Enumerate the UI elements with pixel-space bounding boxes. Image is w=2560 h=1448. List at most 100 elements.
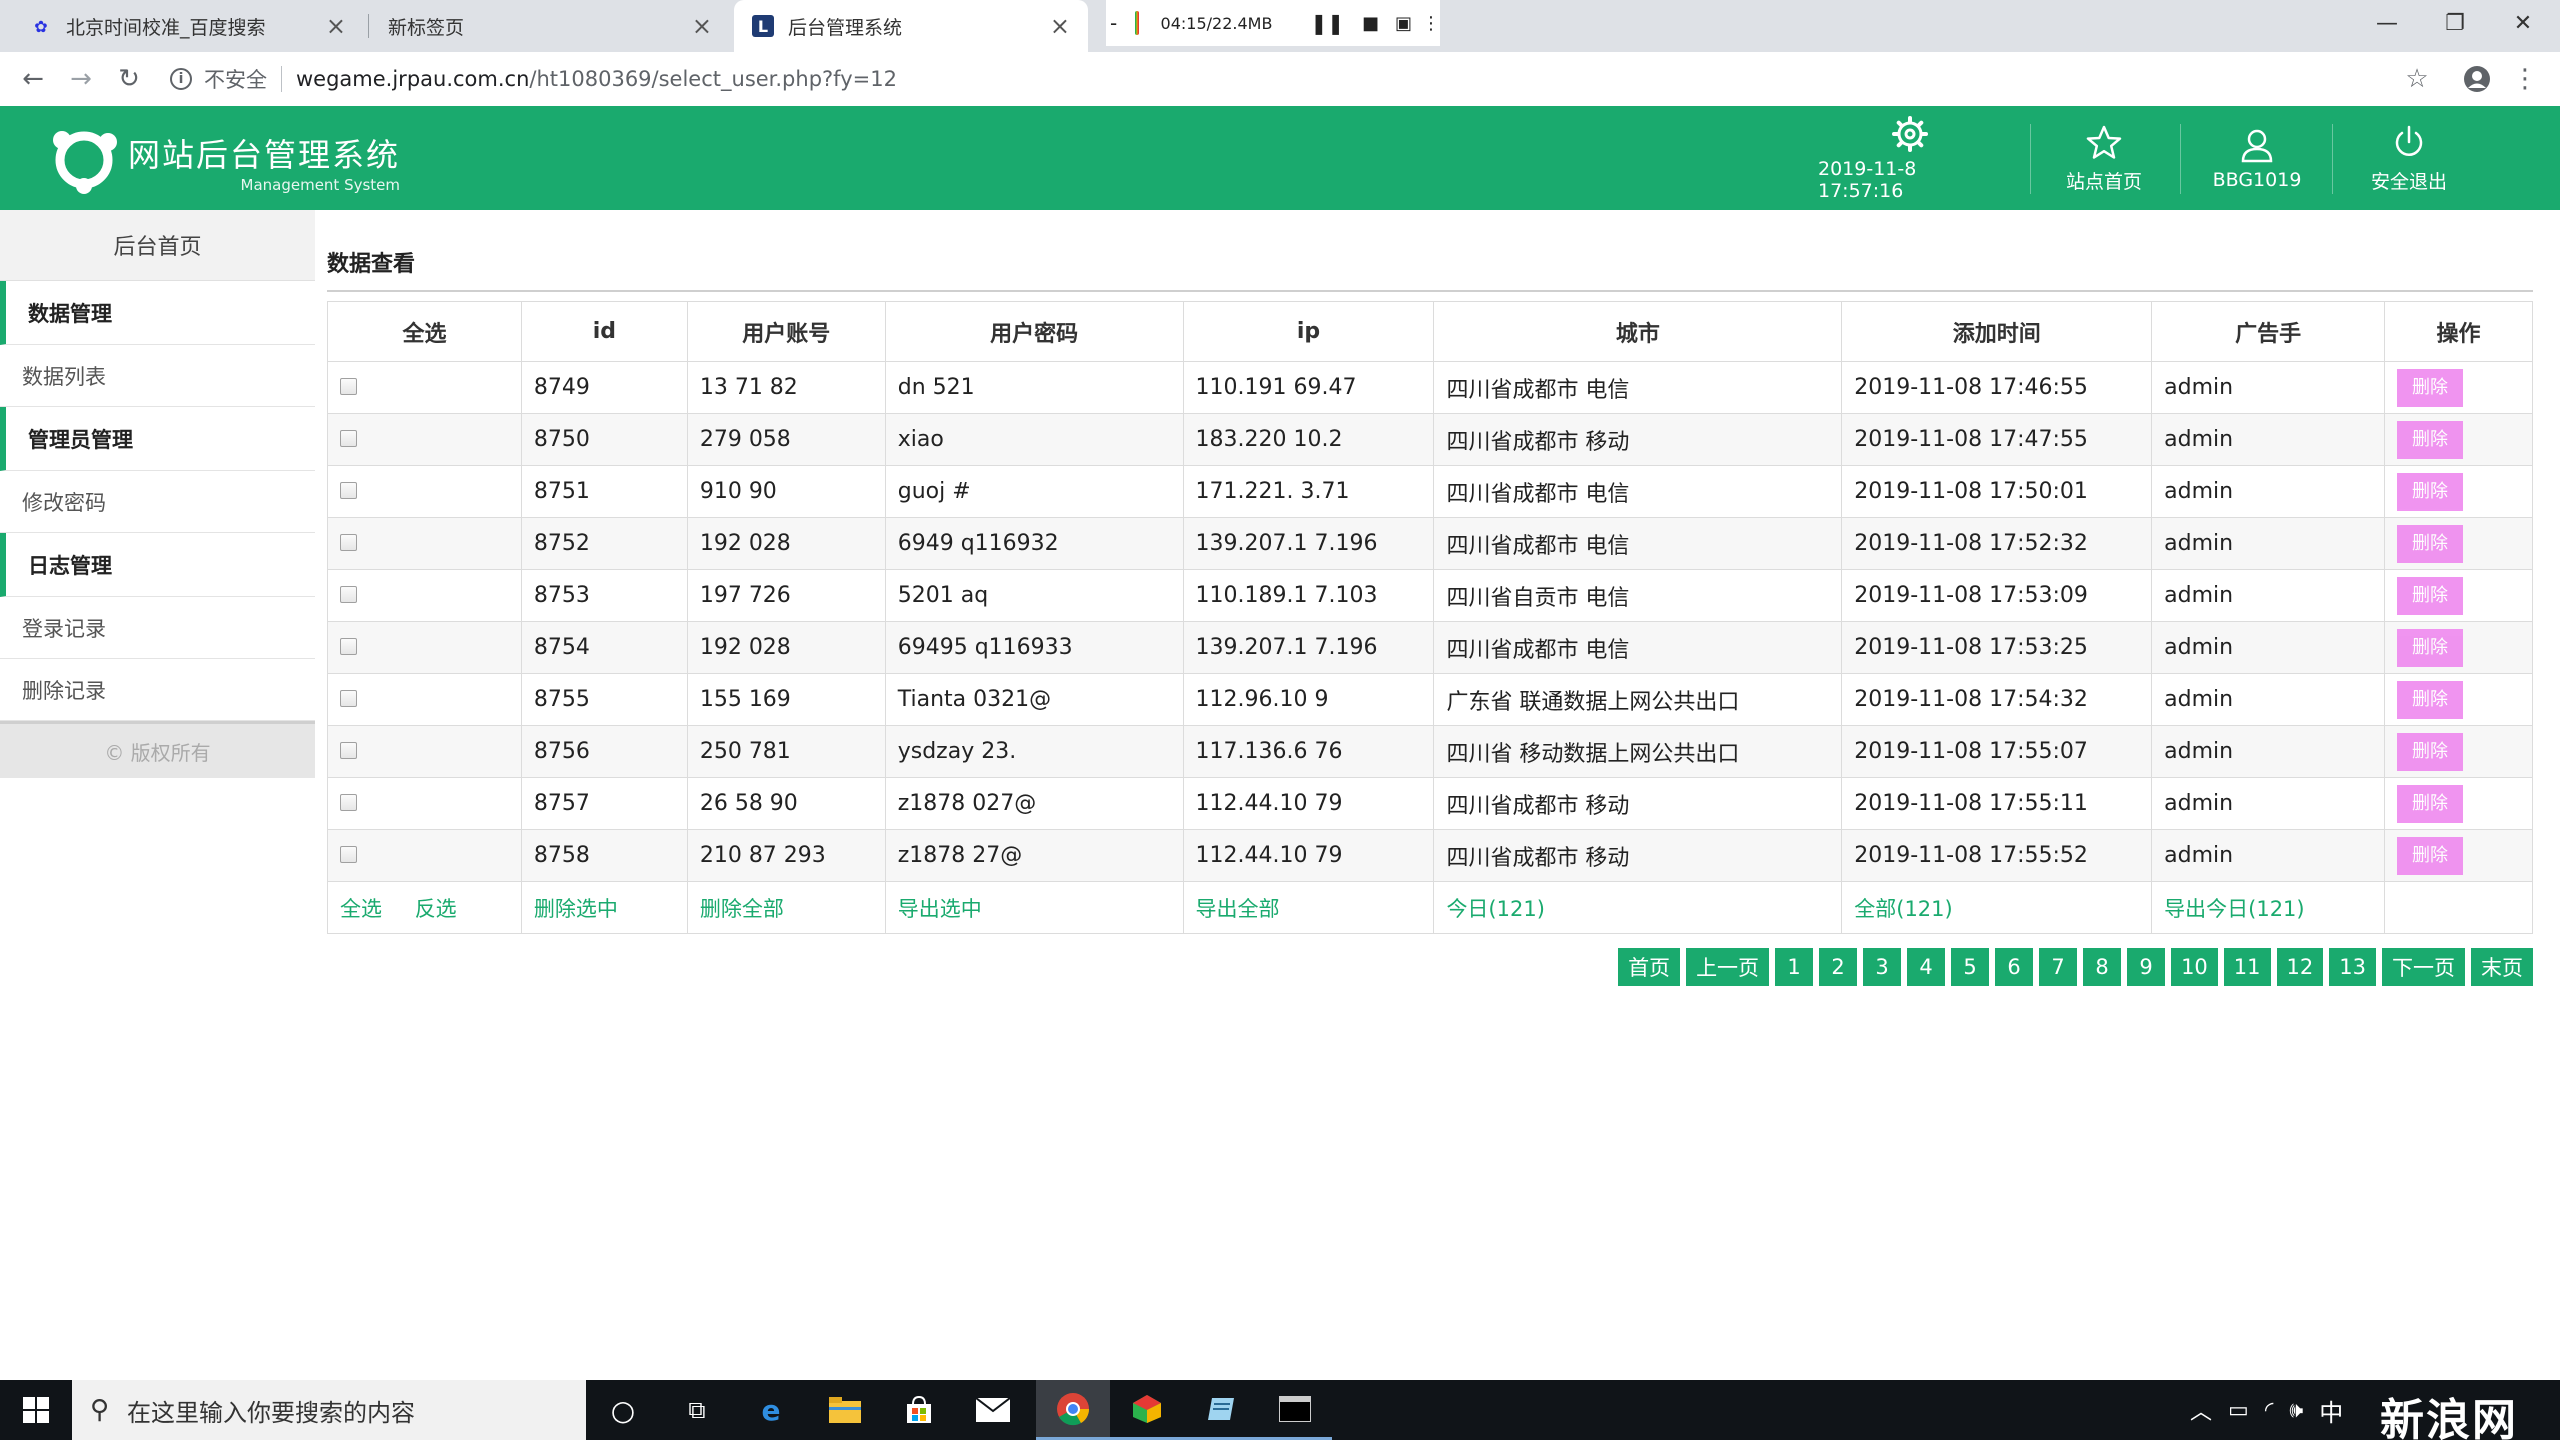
info-icon[interactable]: i [170, 68, 192, 90]
row-checkbox[interactable] [340, 482, 357, 499]
delete-row-button[interactable]: 删除 [2397, 576, 2464, 615]
site-home-link[interactable]: 站点首页 [2044, 106, 2164, 210]
bookmark-star-icon[interactable]: ☆ [2400, 62, 2434, 96]
close-icon[interactable]: × [326, 12, 346, 40]
minimize-recorder-icon[interactable]: - [1110, 11, 1117, 35]
row-checkbox[interactable] [340, 846, 357, 863]
page-button[interactable]: 3 [1863, 948, 1902, 986]
page-button[interactable]: 9 [2127, 948, 2166, 986]
pause-icon[interactable]: ❚❚ [1310, 11, 1344, 35]
sidebar-item-delete-log[interactable]: 删除记录 [0, 659, 315, 721]
restore-window-icon[interactable]: ❐ [2418, 0, 2492, 46]
delete-row-button[interactable]: 删除 [2397, 628, 2464, 667]
page-button[interactable]: 10 [2171, 948, 2218, 986]
page-button[interactable]: 末页 [2471, 948, 2533, 986]
invert-selection-link[interactable]: 反选 [415, 897, 457, 921]
all-filter-link[interactable]: 全部(121) [1854, 897, 1952, 921]
page-button[interactable]: 7 [2039, 948, 2078, 986]
row-checkbox[interactable] [340, 534, 357, 551]
page-button[interactable]: 1 [1775, 948, 1814, 986]
close-window-icon[interactable]: ✕ [2486, 0, 2560, 46]
taskbar-search-input[interactable]: ⚲ 在这里输入你要搜索的内容 [72, 1380, 586, 1440]
close-icon[interactable]: × [1050, 12, 1070, 40]
reload-icon[interactable]: ↻ [112, 62, 146, 96]
sidebar-section-admin[interactable]: 管理员管理 [0, 407, 315, 471]
delete-row-button[interactable]: 删除 [2397, 784, 2464, 823]
page-button[interactable]: 首页 [1618, 948, 1681, 986]
ime-indicator[interactable]: 中 [2319, 1393, 2343, 1428]
sidebar-section-logs[interactable]: 日志管理 [0, 533, 315, 597]
tray-expand-icon[interactable]: ︿ [2190, 1394, 2212, 1426]
sidebar-item-login-log[interactable]: 登录记录 [0, 597, 315, 659]
logout-button[interactable]: 安全退出 [2346, 106, 2472, 210]
row-checkbox[interactable] [340, 742, 357, 759]
export-all-link[interactable]: 导出全部 [1196, 897, 1280, 921]
page-button[interactable]: 下一页 [2382, 948, 2465, 986]
page-button[interactable]: 11 [2223, 948, 2271, 986]
export-selected-link[interactable]: 导出选中 [898, 897, 982, 921]
tab-newtab[interactable]: 新标签页 × [370, 0, 730, 52]
windows-start-icon[interactable] [0, 1380, 72, 1440]
cortana-icon[interactable]: ○ [586, 1380, 660, 1440]
sidebar-item-home[interactable]: 后台首页 [0, 210, 315, 281]
menu-icon[interactable]: ⋮ [2508, 62, 2542, 96]
file-explorer-icon[interactable] [808, 1380, 882, 1440]
delete-row-button[interactable]: 删除 [2397, 472, 2464, 511]
store-icon[interactable] [882, 1380, 956, 1440]
delete-all-link[interactable]: 删除全部 [700, 897, 784, 921]
row-checkbox[interactable] [340, 794, 357, 811]
row-checkbox[interactable] [340, 638, 357, 655]
chrome-icon[interactable] [1036, 1380, 1110, 1440]
delete-row-button[interactable]: 删除 [2397, 680, 2464, 719]
row-checkbox[interactable] [340, 586, 357, 603]
row-checkbox[interactable] [340, 690, 357, 707]
screenshot-icon[interactable]: ▣ [1395, 13, 1412, 34]
notepad-icon[interactable] [1184, 1380, 1258, 1440]
profile-icon[interactable] [2460, 62, 2494, 96]
terminal-icon[interactable] [1258, 1380, 1332, 1440]
forward-icon[interactable]: → [64, 62, 98, 96]
more-icon[interactable]: ⋮ [1422, 13, 1440, 34]
recorder-app-icon[interactable] [1110, 1380, 1184, 1440]
tab-admin[interactable]: L 后台管理系统 × [734, 0, 1088, 52]
today-filter-link[interactable]: 今日(121) [1446, 897, 1544, 921]
sidebar-item-change-password[interactable]: 修改密码 [0, 471, 315, 533]
delete-row-button[interactable]: 删除 [2397, 836, 2464, 875]
page-button[interactable]: 6 [1995, 948, 2034, 986]
sidebar-item-data-list[interactable]: 数据列表 [0, 345, 315, 407]
page-button[interactable]: 8 [2083, 948, 2122, 986]
delete-row-button[interactable]: 删除 [2397, 524, 2464, 563]
close-icon[interactable]: × [692, 12, 712, 40]
page-button[interactable]: 4 [1907, 948, 1946, 986]
col-header-select-all[interactable]: 全选 [327, 301, 522, 362]
row-checkbox[interactable] [340, 378, 357, 395]
delete-row-button[interactable]: 删除 [2397, 732, 2464, 771]
delete-selected-link[interactable]: 删除选中 [534, 897, 618, 921]
mail-icon[interactable] [956, 1380, 1030, 1440]
page-button[interactable]: 12 [2276, 948, 2324, 986]
export-today-link[interactable]: 导出今日(121) [2164, 897, 2304, 921]
task-view-icon[interactable]: ⧉ [660, 1380, 734, 1440]
cell-password: ysdzay 23. [884, 725, 1184, 778]
settings-datetime[interactable]: 2019-11-8 17:57:16 [1818, 106, 2002, 210]
select-all-link[interactable]: 全选 [340, 897, 382, 921]
volume-icon[interactable]: 🕪 [2289, 1398, 2303, 1423]
sidebar-section-data[interactable]: 数据管理 [0, 281, 315, 345]
delete-row-button[interactable]: 删除 [2397, 420, 2464, 459]
page-button[interactable]: 2 [1819, 948, 1858, 986]
page-button[interactable]: 5 [1951, 948, 1990, 986]
delete-row-button[interactable]: 删除 [2397, 368, 2464, 407]
tab-divider [368, 14, 369, 38]
back-icon[interactable]: ← [16, 62, 50, 96]
edge-icon[interactable]: e [734, 1380, 808, 1440]
minimize-window-icon[interactable]: — [2350, 0, 2424, 46]
wifi-icon[interactable]: ◜ [2265, 1398, 2274, 1423]
user-profile-link[interactable]: BBG1019 [2194, 106, 2320, 210]
stop-icon[interactable]: ■ [1362, 13, 1379, 34]
page-button[interactable]: 13 [2329, 948, 2376, 986]
battery-icon[interactable]: ▭ [2228, 1398, 2249, 1423]
tab-baidu[interactable]: ✿ 北京时间校准_百度搜索 × [12, 0, 364, 52]
row-checkbox[interactable] [340, 430, 357, 447]
page-button[interactable]: 上一页 [1686, 948, 1770, 986]
url-field[interactable]: i 不安全 wegame.jrpau.com.cn /ht1080369/sel… [170, 61, 2400, 97]
